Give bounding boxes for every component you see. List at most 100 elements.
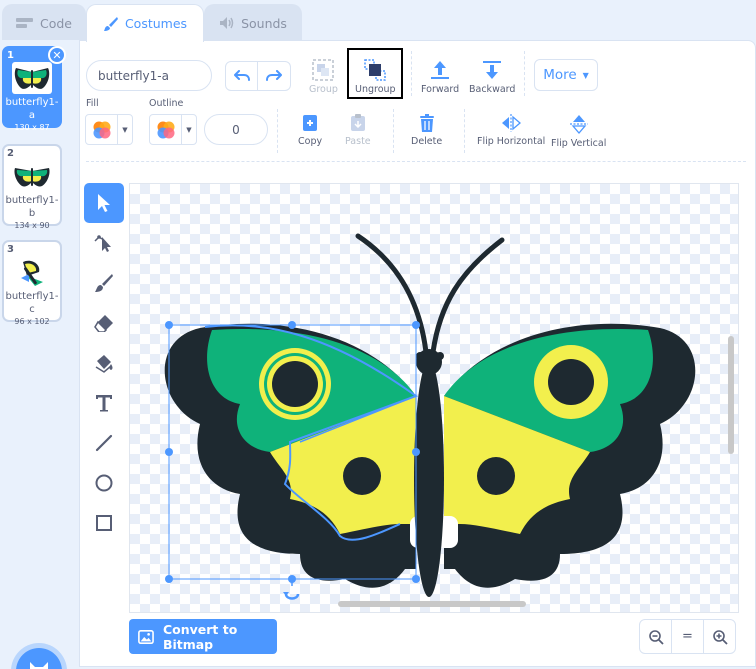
copy-button[interactable]: Copy bbox=[298, 113, 322, 147]
flip-vertical-button[interactable]: Flip Vertical bbox=[551, 113, 606, 149]
costume-index: 2 bbox=[7, 148, 14, 159]
line-tool[interactable] bbox=[84, 423, 124, 463]
forward-label: Forward bbox=[421, 84, 460, 95]
butterfly-drawing bbox=[164, 233, 696, 600]
select-tool[interactable] bbox=[84, 183, 124, 223]
eraser-tool[interactable] bbox=[84, 303, 124, 343]
costume-list: 1 butterfly1-a 130 x 87 ✕ 2 butterfly1-b… bbox=[0, 40, 80, 669]
delete-costume-button[interactable]: ✕ bbox=[48, 46, 66, 64]
flip-horizontal-button[interactable]: Flip Horizontal bbox=[477, 113, 545, 147]
tab-sounds[interactable]: Sounds bbox=[204, 4, 302, 41]
delete-button[interactable]: Delete bbox=[411, 113, 442, 147]
toolbar-divider bbox=[393, 109, 394, 153]
circle-tool[interactable] bbox=[84, 463, 124, 503]
fill-color-dropdown[interactable]: ▼ bbox=[85, 114, 133, 145]
costume-name-input[interactable]: butterfly1-a bbox=[86, 60, 212, 91]
tab-sounds-label: Sounds bbox=[241, 15, 287, 31]
close-icon: ✕ bbox=[52, 48, 62, 62]
toolbar-divider bbox=[277, 109, 278, 153]
delete-label: Delete bbox=[411, 136, 443, 147]
outline-width-input[interactable]: 0 bbox=[204, 114, 268, 145]
undo-redo-group bbox=[225, 61, 291, 91]
image-icon bbox=[138, 629, 154, 644]
flip-vertical-label: Flip Vertical bbox=[551, 138, 607, 149]
tab-costumes[interactable]: Costumes bbox=[86, 4, 204, 42]
backward-button[interactable]: Backward bbox=[469, 59, 515, 95]
redo-icon bbox=[266, 70, 282, 81]
forward-icon bbox=[431, 61, 450, 79]
costume-index: 1 bbox=[7, 50, 14, 61]
text-tool[interactable] bbox=[84, 383, 124, 423]
vertical-scrollbar[interactable] bbox=[728, 336, 734, 454]
toolbar-separator bbox=[86, 161, 746, 162]
brush-icon bbox=[103, 16, 118, 31]
outline-color-dropdown[interactable]: ▼ bbox=[149, 114, 197, 145]
ungroup-button[interactable]: Ungroup bbox=[355, 59, 396, 95]
caret-down-icon: ▼ bbox=[582, 70, 589, 80]
fill-label: Fill bbox=[86, 98, 99, 109]
costume-index: 3 bbox=[7, 244, 14, 255]
arrow-cursor-icon bbox=[98, 194, 110, 212]
eraser-icon bbox=[94, 315, 113, 332]
code-icon bbox=[15, 18, 33, 28]
costume-item-3[interactable]: 3 butterfly1-c 96 x 102 bbox=[2, 240, 62, 326]
horizontal-scrollbar[interactable] bbox=[338, 601, 526, 607]
toolbar-divider bbox=[524, 51, 525, 96]
paste-label: Paste bbox=[345, 136, 371, 147]
reshape-tool[interactable] bbox=[84, 223, 124, 263]
zoom-reset-button[interactable]: = bbox=[672, 620, 704, 653]
color-palette-icon bbox=[157, 121, 174, 138]
costume-thumbnail bbox=[12, 256, 52, 288]
rectangle-icon bbox=[96, 515, 112, 531]
drawing-canvas[interactable] bbox=[129, 183, 739, 613]
zoom-out-button[interactable] bbox=[640, 620, 672, 653]
undo-button[interactable] bbox=[225, 61, 258, 91]
more-button[interactable]: More ▼ bbox=[534, 59, 598, 91]
paint-editor: butterfly1-a Group Ungroup Forward Backw… bbox=[79, 40, 756, 667]
group-button[interactable]: Group bbox=[309, 59, 338, 95]
tool-palette bbox=[84, 183, 124, 543]
cat-icon bbox=[30, 662, 48, 669]
zoom-reset-label: = bbox=[682, 629, 693, 644]
zoom-in-button[interactable] bbox=[704, 620, 735, 653]
paste-icon bbox=[350, 114, 365, 131]
undo-icon bbox=[233, 70, 250, 81]
color-palette-icon bbox=[93, 121, 110, 138]
choose-costume-button[interactable] bbox=[16, 648, 62, 669]
costume-thumbnail bbox=[12, 62, 52, 94]
copy-label: Copy bbox=[298, 136, 323, 147]
group-label: Group bbox=[309, 84, 338, 95]
trash-icon bbox=[419, 114, 434, 132]
fill-tool[interactable] bbox=[84, 343, 124, 383]
tab-code[interactable]: Code bbox=[2, 4, 86, 41]
tab-costumes-label: Costumes bbox=[124, 16, 188, 31]
editor-tabs: Code Costumes Sounds bbox=[0, 0, 756, 42]
costume-size: 130 x 87 bbox=[14, 123, 50, 132]
forward-button[interactable]: Forward bbox=[421, 59, 459, 95]
costume-name: butterfly1-a bbox=[5, 97, 59, 121]
text-icon bbox=[96, 395, 112, 412]
zoom-in-icon bbox=[712, 629, 728, 645]
outline-label: Outline bbox=[149, 98, 184, 109]
circle-icon bbox=[95, 474, 113, 492]
zoom-out-icon bbox=[648, 629, 664, 645]
flip-vertical-icon bbox=[569, 115, 588, 134]
caret-down-icon: ▼ bbox=[122, 125, 128, 134]
paste-button[interactable]: Paste bbox=[345, 113, 371, 147]
brush-tool[interactable] bbox=[84, 263, 124, 303]
costume-name: butterfly1-b bbox=[5, 195, 59, 219]
copy-icon bbox=[303, 115, 318, 131]
group-icon bbox=[312, 59, 335, 81]
toolbar-divider bbox=[411, 51, 412, 96]
redo-button[interactable] bbox=[258, 61, 291, 91]
backward-label: Backward bbox=[469, 84, 516, 95]
paint-bucket-icon bbox=[95, 355, 113, 373]
costume-thumbnail bbox=[12, 160, 52, 192]
costume-item-2[interactable]: 2 butterfly1-b 134 x 90 bbox=[2, 144, 62, 230]
brush-icon bbox=[95, 274, 113, 292]
line-icon bbox=[95, 434, 113, 452]
zoom-controls: = bbox=[639, 619, 736, 654]
convert-to-bitmap-button[interactable]: Convert to Bitmap bbox=[129, 619, 277, 654]
caret-down-icon: ▼ bbox=[186, 125, 192, 134]
rectangle-tool[interactable] bbox=[84, 503, 124, 543]
